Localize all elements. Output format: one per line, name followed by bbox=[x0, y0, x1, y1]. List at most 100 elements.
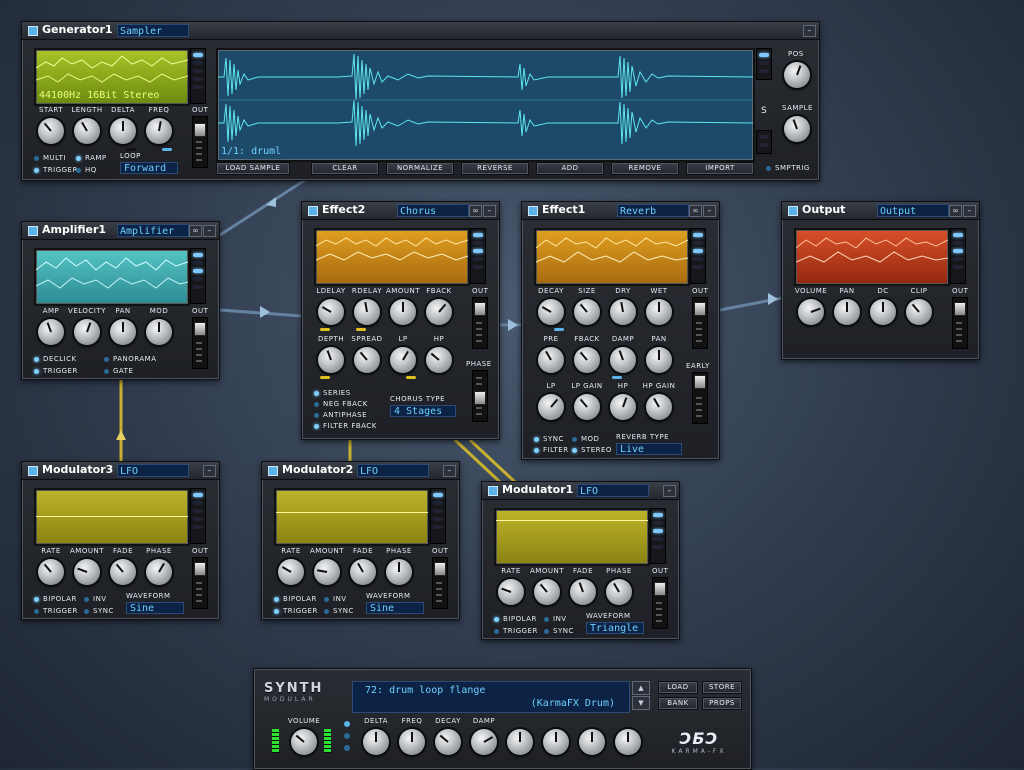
multi-option[interactable]: MULTI bbox=[34, 154, 66, 162]
trigger-option[interactable]: TRIGGER bbox=[34, 607, 78, 615]
hp-gain-knob[interactable] bbox=[646, 394, 672, 420]
damp-knob[interactable] bbox=[610, 347, 636, 373]
sample-knob[interactable] bbox=[784, 116, 810, 142]
fback-knob[interactable] bbox=[574, 347, 600, 373]
rate-knob[interactable] bbox=[498, 579, 524, 605]
trigger-option[interactable]: TRIGGER bbox=[34, 367, 78, 375]
minimize-icon[interactable]: – bbox=[663, 485, 676, 497]
display-mode-selector[interactable] bbox=[470, 228, 486, 284]
wet-knob[interactable] bbox=[646, 299, 672, 325]
macro-knob-7[interactable] bbox=[543, 729, 569, 755]
load-button[interactable]: LOAD bbox=[658, 681, 698, 694]
declick-option[interactable]: DECLICK bbox=[34, 355, 77, 363]
sync-option[interactable]: SYNC bbox=[534, 435, 564, 443]
bank-button[interactable]: BANK bbox=[658, 697, 698, 710]
effect1-out-fader[interactable] bbox=[692, 297, 708, 349]
link-icon[interactable]: ∞ bbox=[469, 205, 482, 217]
hp-knob[interactable] bbox=[426, 347, 452, 373]
minimize-icon[interactable]: – bbox=[203, 225, 216, 237]
length-knob[interactable] bbox=[74, 118, 100, 144]
patch-down-arrow[interactable]: ▼ bbox=[632, 696, 650, 710]
module-indicator[interactable] bbox=[28, 466, 38, 476]
load-sample-button[interactable]: LOAD SAMPLE bbox=[216, 162, 290, 175]
minimize-icon[interactable]: – bbox=[483, 205, 496, 217]
fade-knob[interactable] bbox=[570, 579, 596, 605]
amount-knob[interactable] bbox=[74, 559, 100, 585]
bipolar-option[interactable]: BIPOLAR bbox=[274, 595, 317, 603]
module-indicator[interactable] bbox=[488, 486, 498, 496]
link-icon[interactable]: ∞ bbox=[189, 225, 202, 237]
decay-knob[interactable] bbox=[538, 299, 564, 325]
freq-macro-knob[interactable] bbox=[399, 729, 425, 755]
amp-knob[interactable] bbox=[38, 319, 64, 345]
start-knob[interactable] bbox=[38, 118, 64, 144]
fade-knob[interactable] bbox=[350, 559, 376, 585]
stereo-option[interactable]: STEREO bbox=[572, 446, 612, 454]
loop-select[interactable]: Forward bbox=[120, 162, 178, 174]
minimize-icon[interactable]: – bbox=[963, 205, 976, 217]
lp-knob[interactable] bbox=[538, 394, 564, 420]
mod-option[interactable]: MOD bbox=[572, 435, 599, 443]
macro-knob-9[interactable] bbox=[615, 729, 641, 755]
pre-knob[interactable] bbox=[538, 347, 564, 373]
module-type[interactable]: LFO bbox=[117, 464, 189, 477]
module-indicator[interactable] bbox=[528, 206, 538, 216]
module-indicator[interactable] bbox=[788, 206, 798, 216]
pan-knob[interactable] bbox=[834, 299, 860, 325]
minimize-icon[interactable]: – bbox=[803, 25, 816, 37]
module-type[interactable]: Amplifier bbox=[117, 224, 189, 237]
normalize-button[interactable]: NORMALIZE bbox=[386, 162, 454, 175]
phase-fader[interactable] bbox=[472, 370, 488, 422]
ldelay-knob[interactable] bbox=[318, 299, 344, 325]
sync-option[interactable]: SYNC bbox=[324, 607, 354, 615]
minimize-icon[interactable]: – bbox=[203, 465, 216, 477]
trigger-option[interactable]: TRIGGER bbox=[34, 166, 78, 174]
patch-display[interactable]: 72: drum loop flange (KarmaFX Drum) bbox=[352, 681, 630, 713]
amount-knob[interactable] bbox=[390, 299, 416, 325]
module-indicator[interactable] bbox=[308, 206, 318, 216]
trigger-option[interactable]: TRIGGER bbox=[494, 627, 538, 635]
module-type[interactable]: Sampler bbox=[117, 24, 189, 37]
module-indicator[interactable] bbox=[268, 466, 278, 476]
phase-knob[interactable] bbox=[146, 559, 172, 585]
amount-knob[interactable] bbox=[314, 559, 340, 585]
display-mode-selector[interactable] bbox=[190, 248, 206, 304]
display-mode-selector[interactable] bbox=[950, 228, 966, 284]
hq-option[interactable]: HQ bbox=[76, 166, 97, 174]
hp-knob[interactable] bbox=[610, 394, 636, 420]
minimize-icon[interactable]: – bbox=[703, 205, 716, 217]
clear-button[interactable]: CLEAR bbox=[311, 162, 379, 175]
phase-knob[interactable] bbox=[386, 559, 412, 585]
pos-knob[interactable] bbox=[784, 62, 810, 88]
module-type[interactable]: Reverb bbox=[617, 204, 689, 217]
rate-knob[interactable] bbox=[38, 559, 64, 585]
display-mode-selector[interactable] bbox=[690, 228, 706, 284]
trigger-option[interactable]: TRIGGER bbox=[274, 607, 318, 615]
generator-out-fader[interactable] bbox=[192, 116, 208, 168]
output-header[interactable]: Output Output ∞ – bbox=[782, 202, 979, 220]
mod-knob[interactable] bbox=[146, 319, 172, 345]
lfo-out-fader[interactable] bbox=[652, 577, 668, 629]
pan-knob[interactable] bbox=[110, 319, 136, 345]
module-type[interactable]: Chorus bbox=[397, 204, 469, 217]
dry-knob[interactable] bbox=[610, 299, 636, 325]
fade-knob[interactable] bbox=[110, 559, 136, 585]
minimize-icon[interactable]: – bbox=[443, 465, 456, 477]
waveform-select[interactable]: Sine bbox=[126, 602, 184, 614]
module-type[interactable]: Output bbox=[877, 204, 949, 217]
reverse-button[interactable]: REVERSE bbox=[461, 162, 529, 175]
sample-waveform-display[interactable]: 1/1: druml bbox=[216, 48, 755, 162]
inv-option[interactable]: INV bbox=[544, 615, 567, 623]
zoom-arrows[interactable] bbox=[756, 130, 772, 154]
series-option[interactable]: SERIES bbox=[314, 389, 351, 397]
module-type[interactable]: LFO bbox=[357, 464, 429, 477]
lp-knob[interactable] bbox=[390, 347, 416, 373]
clip-knob[interactable] bbox=[906, 299, 932, 325]
module-indicator[interactable] bbox=[28, 226, 38, 236]
sync-option[interactable]: SYNC bbox=[544, 627, 574, 635]
velocity-knob[interactable] bbox=[74, 319, 100, 345]
waveform-select[interactable]: Triangle bbox=[586, 622, 644, 634]
pan-knob[interactable] bbox=[646, 347, 672, 373]
rate-knob[interactable] bbox=[278, 559, 304, 585]
remove-button[interactable]: REMOVE bbox=[611, 162, 679, 175]
